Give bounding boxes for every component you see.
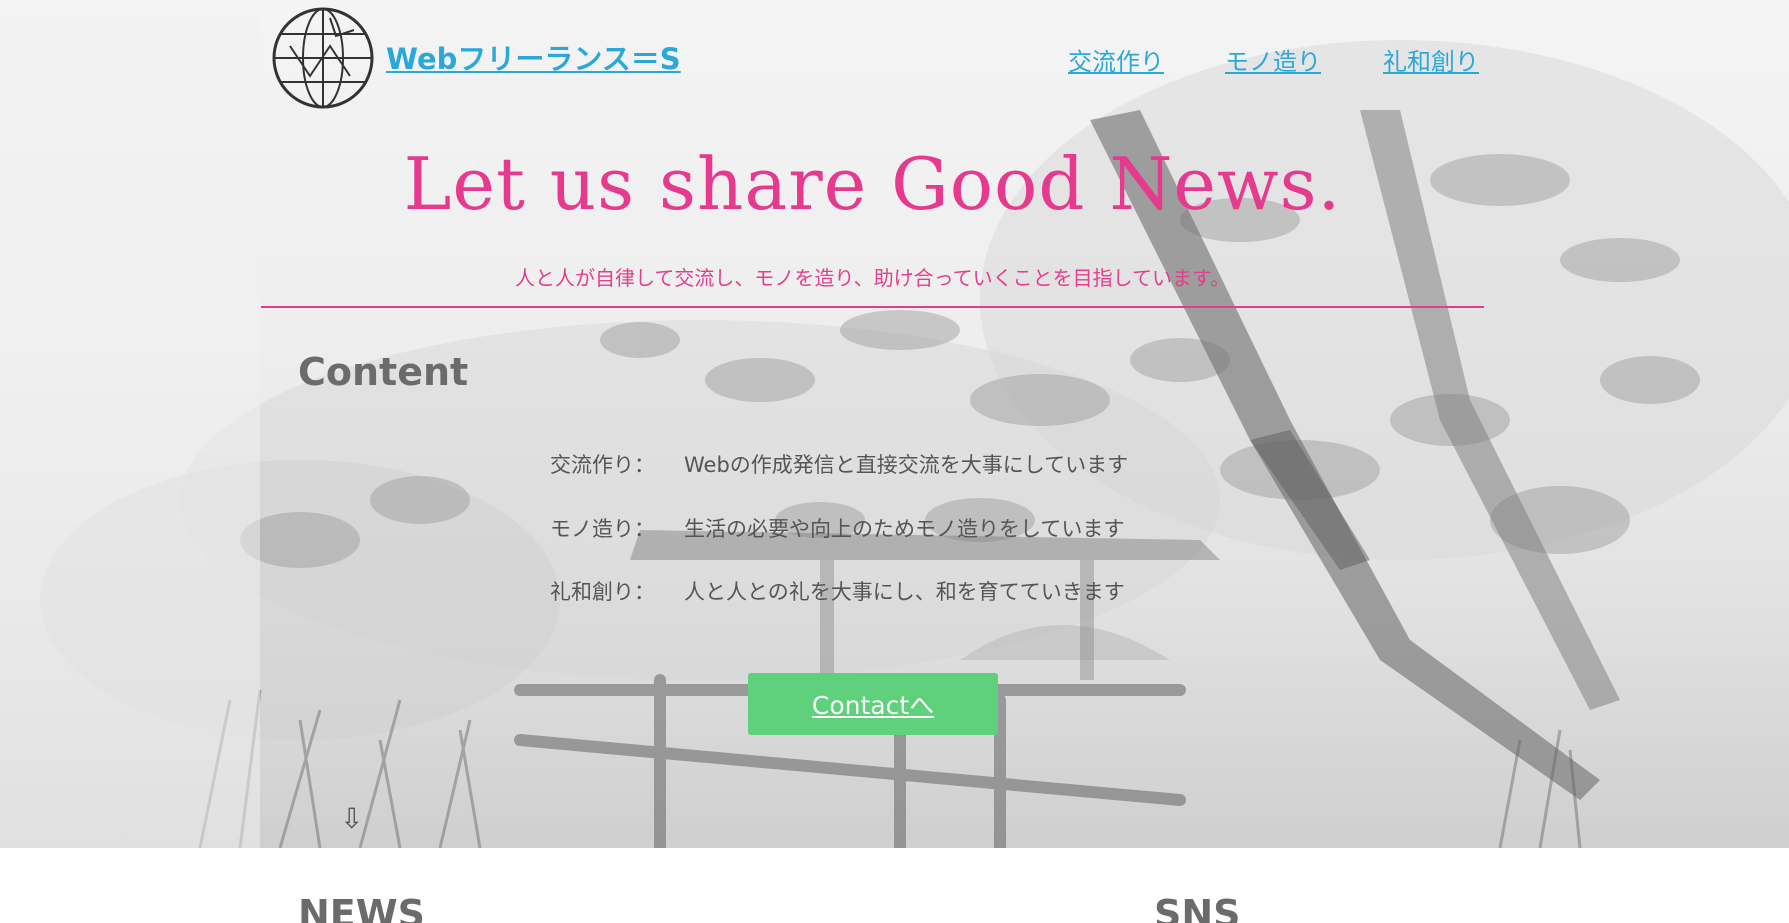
content-row-text: 生活の必要や向上のためモノ造りをしています [684, 517, 1125, 541]
nav-link-koryu[interactable]: 交流作り [1068, 42, 1164, 77]
content-row: 礼和創り： 人と人との礼を大事にし、和を育てていきます [550, 576, 1125, 606]
contact-button[interactable]: Contactへ [748, 673, 998, 735]
globe-icon[interactable] [270, 6, 376, 110]
sns-heading: SNS [1154, 892, 1241, 923]
content-row: モノ造り： 生活の必要や向上のためモノ造りをしています [550, 513, 1124, 543]
scroll-down-arrow-icon[interactable]: ⇩ [340, 802, 363, 835]
content-row-text: 人と人との礼を大事にし、和を育てていきます [684, 580, 1125, 604]
content-row-text: Webの作成発信と直接交流を大事にしています [684, 453, 1129, 477]
hero-tagline: 人と人が自律して交流し、モノを造り、助け合っていくことを目指しています。 [515, 266, 1230, 290]
divider [261, 306, 1484, 308]
content-row-label: モノ造り： [550, 517, 655, 541]
content-row: 交流作り： Webの作成発信と直接交流を大事にしています [550, 449, 1128, 479]
content-row-label: 礼和創り： [550, 580, 655, 604]
news-heading: NEWS [298, 892, 426, 923]
hero-headline: Let us share Good News. [403, 142, 1342, 226]
site-title-link[interactable]: Webフリーランス＝S [386, 36, 681, 78]
nav-link-reiwa[interactable]: 礼和創り [1383, 42, 1479, 77]
content-heading: Content [298, 350, 469, 394]
nav-link-monozukuri[interactable]: モノ造り [1225, 42, 1321, 77]
content-row-label: 交流作り： [550, 453, 655, 477]
hero-section: Webフリーランス＝S 交流作り モノ造り 礼和創り Let us share … [0, 0, 1789, 848]
